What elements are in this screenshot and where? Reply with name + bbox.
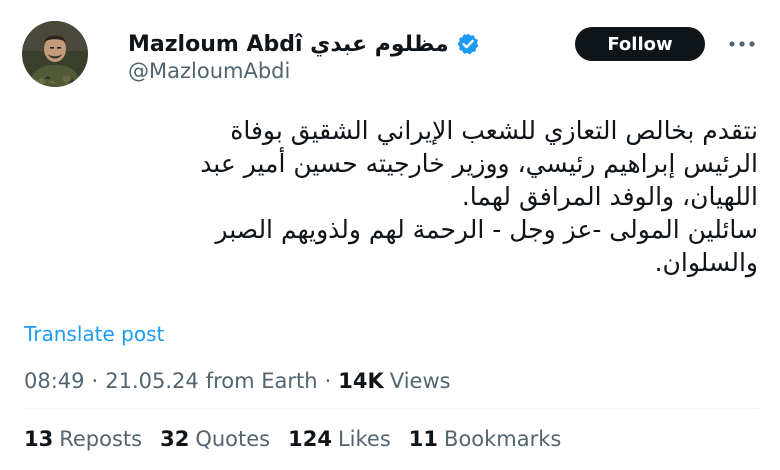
meta-separator: · (324, 369, 332, 393)
meta-separator: · (91, 369, 99, 393)
likes-count: 124 (288, 427, 332, 451)
post-text-line: اللهيان، والوفد المرافق لهما. (461, 182, 758, 211)
views-count[interactable]: 14K (338, 369, 384, 393)
author-display-name[interactable]: Mazloum Abdî مظلوم عبدي (128, 32, 449, 57)
post-text-line: والسلوان. (654, 248, 758, 277)
reposts-label: Reposts (59, 427, 143, 451)
post-text-line: الرئيس إبراهيم رئيسي، ووزير خارجيته حسين… (200, 149, 758, 178)
divider (24, 408, 759, 409)
verified-badge-icon[interactable] (456, 32, 480, 56)
profile-photo-icon[interactable] (22, 21, 88, 87)
quotes-stat[interactable]: 32 Quotes (160, 427, 270, 451)
bookmarks-count: 11 (408, 427, 439, 451)
quotes-count: 32 (160, 427, 190, 451)
bookmarks-label: Bookmarks (444, 427, 562, 451)
likes-label: Likes (337, 427, 391, 451)
views-label: Views (389, 369, 451, 393)
likes-stat[interactable]: 124 Likes (288, 427, 391, 451)
quotes-label: Quotes (195, 427, 271, 451)
post-text-line: سائلين المولى -عز وجل - الرحمة لهم ولذوي… (215, 215, 758, 244)
post-date[interactable]: 21.05.24 (105, 369, 199, 393)
follow-button[interactable]: Follow (575, 27, 705, 61)
post-source: from Earth (205, 369, 318, 393)
author-handle[interactable]: @MazloumAbdi (128, 59, 290, 83)
author-name-row: Mazloum Abdî مظلوم عبدي (128, 29, 480, 59)
reposts-count: 13 (24, 427, 54, 451)
post-time[interactable]: 08:49 (24, 369, 85, 393)
translate-post-link[interactable]: Translate post (24, 322, 164, 346)
post-text: نتقدم بخالص التعازي للشعب الإيراني الشقي… (30, 114, 758, 279)
post-stats: 13 Reposts 32 Quotes 124 Likes 11 Bookmarks (24, 424, 579, 454)
more-options-icon[interactable] (725, 31, 759, 57)
post-text-line: نتقدم بخالص التعازي للشعب الإيراني الشقي… (230, 116, 758, 145)
bookmarks-stat[interactable]: 11 Bookmarks (409, 427, 562, 451)
reposts-stat[interactable]: 13 Reposts (24, 427, 142, 451)
post-card: Mazloum Abdî مظلوم عبدي @MazloumAbdi Fol… (0, 0, 780, 470)
post-meta: 08:49 · 21.05.24 from Earth · 14K Views (24, 366, 451, 396)
